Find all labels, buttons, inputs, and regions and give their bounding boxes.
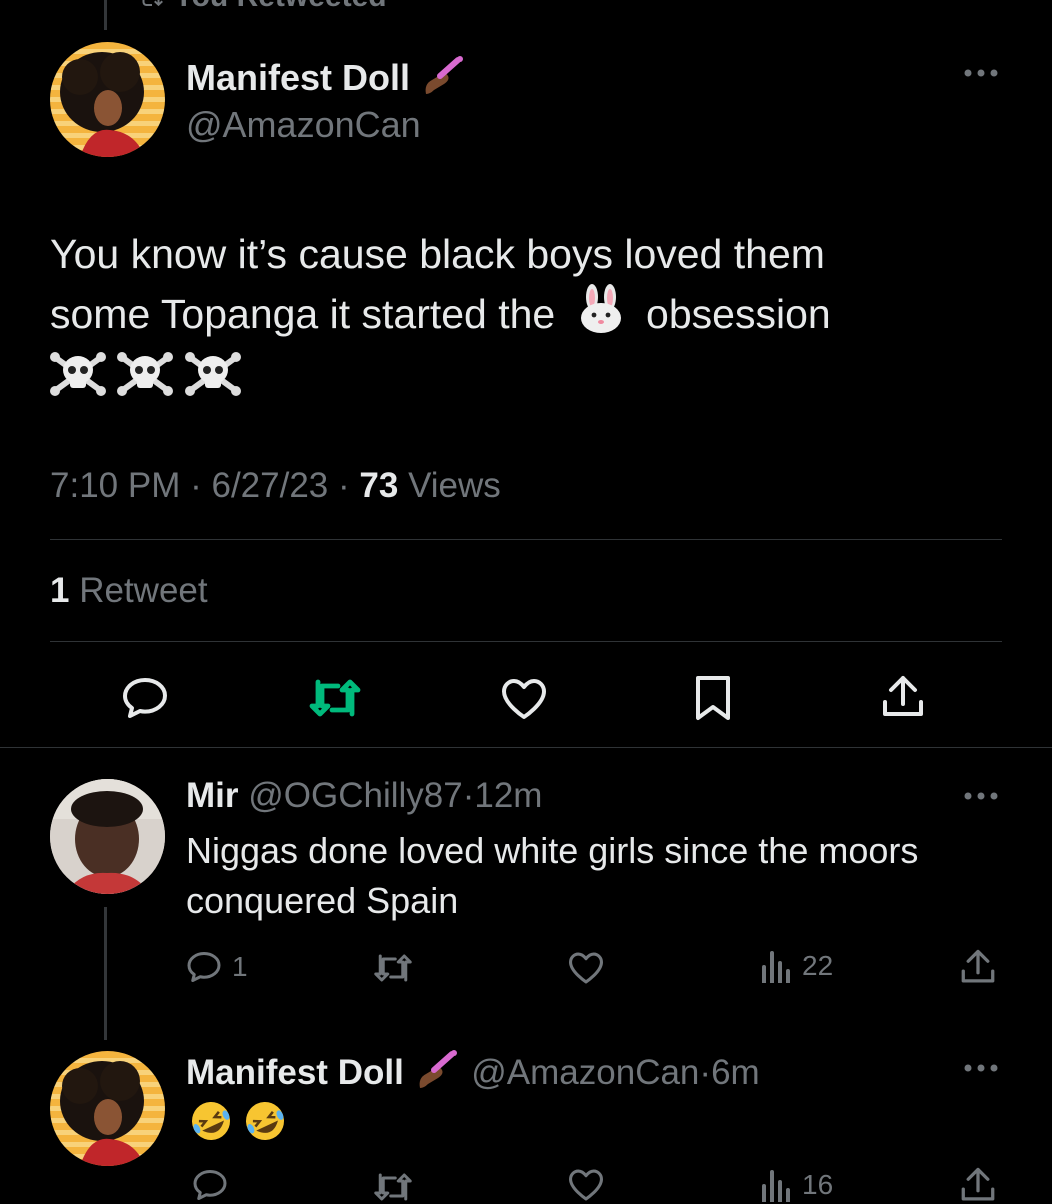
author-name-label: Manifest Doll bbox=[186, 57, 411, 99]
skull-crossbones-emoji bbox=[117, 350, 174, 418]
tweet-time[interactable]: 7:10 PM bbox=[50, 466, 180, 505]
like-icon[interactable] bbox=[567, 951, 605, 985]
more-options-icon[interactable] bbox=[962, 1061, 1000, 1075]
reply-author-name[interactable]: Mir bbox=[186, 776, 239, 815]
divider bbox=[0, 747, 1052, 748]
reply-author-handle[interactable]: @OGChilly87 bbox=[248, 776, 462, 815]
rabbit-face-emoji bbox=[575, 284, 627, 350]
meta-separator: · bbox=[462, 776, 475, 815]
rolling-on-floor-laughing-emoji bbox=[240, 1098, 290, 1149]
tweet-text-line1: You know it’s cause black boys loved the… bbox=[50, 231, 825, 277]
skull-crossbones-emoji bbox=[184, 350, 241, 418]
share-icon[interactable] bbox=[881, 674, 925, 720]
more-options-icon[interactable] bbox=[962, 66, 1000, 80]
views-count: 22 bbox=[802, 950, 834, 981]
reply-text-line1: Niggas done loved white girls since the … bbox=[186, 830, 919, 871]
share-icon[interactable] bbox=[960, 1166, 996, 1204]
retweet-icon[interactable] bbox=[372, 953, 414, 983]
reply-age[interactable]: 6m bbox=[711, 1053, 760, 1092]
author-handle[interactable]: @AmazonCan bbox=[186, 104, 421, 146]
nail-polish-icon bbox=[414, 1048, 462, 1101]
bookmark-icon[interactable] bbox=[694, 674, 732, 722]
retweet-count: 1 bbox=[50, 571, 70, 610]
reply-text-line2: conquered Spain bbox=[186, 880, 459, 921]
more-options-icon[interactable] bbox=[962, 789, 1000, 803]
reply-text bbox=[186, 1098, 290, 1149]
reply-header: Manifest Doll @AmazonCan·6m bbox=[186, 1048, 760, 1101]
reply-icon[interactable] bbox=[121, 676, 169, 720]
like-icon[interactable] bbox=[500, 677, 548, 721]
reply-icon[interactable]: 1 bbox=[186, 950, 248, 984]
retweet-banner-label: You Retweeted bbox=[174, 0, 387, 13]
author-name[interactable]: Manifest Doll bbox=[186, 54, 468, 107]
share-icon[interactable] bbox=[960, 948, 996, 986]
views-count: 73 bbox=[359, 466, 399, 505]
avatar[interactable] bbox=[50, 42, 165, 157]
thread-line bbox=[104, 907, 107, 1040]
retweet-banner: You Retweeted bbox=[136, 0, 387, 14]
tweet-date[interactable]: 6/27/23 bbox=[211, 466, 328, 505]
reply-header: Mir @OGChilly87·12m bbox=[186, 776, 542, 816]
avatar-image bbox=[50, 779, 165, 894]
tweet-text-line2b: obsession bbox=[646, 291, 831, 337]
meta-separator: · bbox=[190, 466, 202, 505]
divider bbox=[50, 539, 1002, 540]
tweet-text-line3 bbox=[50, 350, 1010, 410]
avatar[interactable] bbox=[50, 779, 165, 894]
nail-polish-icon bbox=[420, 54, 468, 107]
views-icon[interactable]: 22 bbox=[760, 949, 833, 983]
reply-author-handle[interactable]: @AmazonCan bbox=[471, 1053, 699, 1092]
avatar[interactable] bbox=[50, 1051, 165, 1166]
skull-crossbones-emoji bbox=[50, 350, 106, 418]
tweet-meta: 7:10 PM · 6/27/23 · 73 Views bbox=[50, 466, 501, 506]
retweet-button-icon[interactable] bbox=[308, 678, 362, 718]
reply-icon[interactable] bbox=[192, 1168, 228, 1202]
retweet-stats[interactable]: 1 Retweet bbox=[50, 571, 208, 611]
avatar-image bbox=[60, 1061, 145, 1166]
retweet-icon bbox=[136, 0, 166, 10]
views-label: Views bbox=[408, 466, 501, 505]
reply-count: 1 bbox=[232, 951, 248, 982]
reply-age[interactable]: 12m bbox=[474, 776, 542, 815]
tweet-text-line2a: some Topanga it started the bbox=[50, 291, 556, 337]
tweet-text: You know it’s cause black boys loved the… bbox=[50, 224, 1010, 410]
tweet-text-line2: some Topanga it started the obsession bbox=[50, 284, 1010, 350]
views-count: 16 bbox=[802, 1169, 834, 1200]
views-icon[interactable]: 16 bbox=[760, 1168, 833, 1202]
retweet-stats-label: Retweet bbox=[79, 571, 208, 610]
retweet-icon[interactable] bbox=[372, 1172, 414, 1202]
meta-separator: · bbox=[338, 466, 350, 505]
avatar-image bbox=[60, 52, 145, 157]
rolling-on-floor-laughing-emoji bbox=[186, 1098, 236, 1149]
divider bbox=[50, 641, 1002, 642]
retweet-thread-line bbox=[104, 0, 107, 30]
reply-author-name[interactable]: Manifest Doll bbox=[186, 1053, 404, 1092]
meta-separator: · bbox=[699, 1052, 712, 1092]
reply-text: Niggas done loved white girls since the … bbox=[186, 826, 918, 926]
like-icon[interactable] bbox=[567, 1168, 605, 1202]
